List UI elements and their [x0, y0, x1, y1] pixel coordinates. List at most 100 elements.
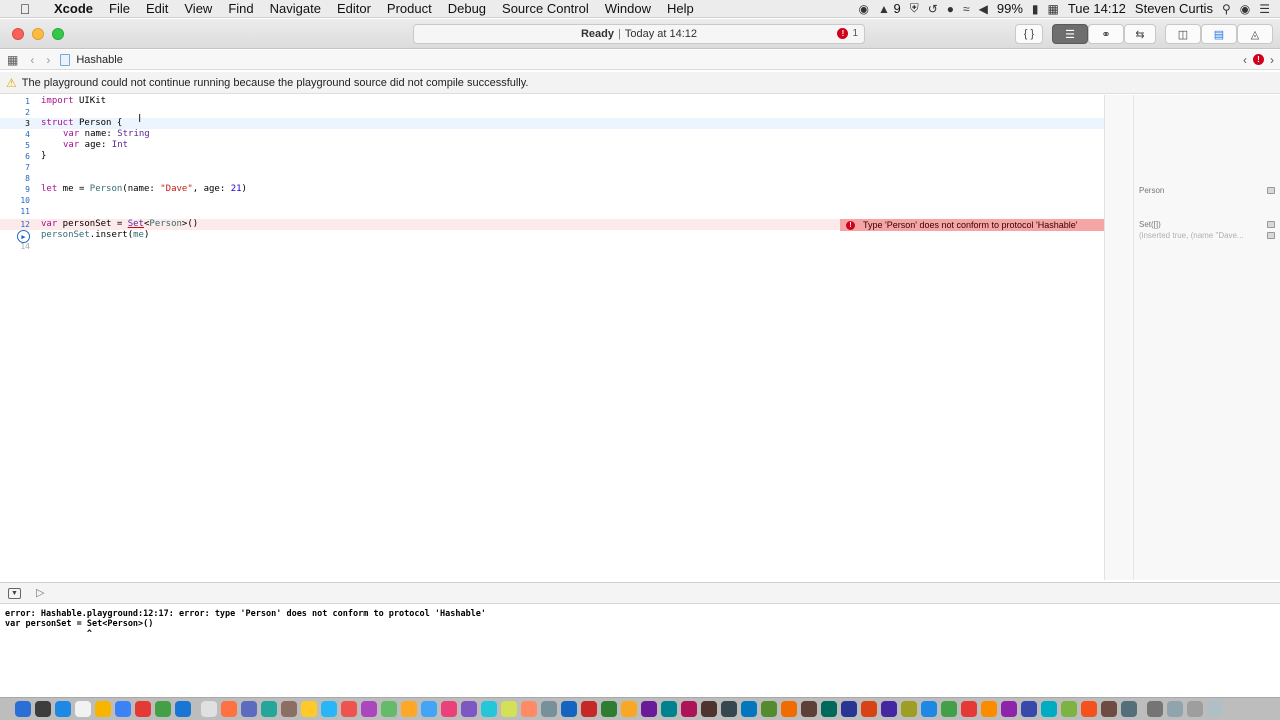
- library-button[interactable]: { }: [1015, 24, 1043, 44]
- code-line[interactable]: 2: [0, 107, 1104, 118]
- dock-app-icon[interactable]: [401, 701, 417, 717]
- siri-icon[interactable]: ◉: [1240, 2, 1250, 16]
- code-line[interactable]: 11: [0, 206, 1104, 217]
- code-line[interactable]: 10: [0, 195, 1104, 206]
- screen-record-icon[interactable]: ◉: [858, 2, 868, 16]
- minimize-window-button[interactable]: [32, 28, 44, 40]
- dock-app-icon[interactable]: [1081, 701, 1097, 717]
- apple-menu-icon[interactable]: : [16, 1, 34, 17]
- dock-app-icon[interactable]: [1021, 701, 1037, 717]
- line-code[interactable]: var age: Int: [63, 140, 128, 151]
- dock-app-icon[interactable]: [621, 701, 637, 717]
- hide-debug-area-icon[interactable]: ▼: [8, 588, 21, 599]
- line-code[interactable]: var personSet = Set<Person>(): [41, 219, 198, 230]
- execute-playground-icon[interactable]: ▷: [36, 586, 44, 599]
- wifi-icon[interactable]: ≈: [963, 2, 970, 16]
- menu-navigate[interactable]: Navigate: [262, 0, 329, 18]
- clock[interactable]: Tue 14:12: [1068, 1, 1126, 16]
- toggle-debug-area-button[interactable]: ▤: [1201, 24, 1237, 44]
- menu-help[interactable]: Help: [659, 0, 702, 18]
- result-line-12[interactable]: Set([]): [1139, 220, 1161, 229]
- line-code[interactable]: personSet.insert(me): [41, 230, 149, 241]
- line-code[interactable]: let me = Person(name: "Dave", age: 21): [41, 184, 247, 195]
- dock-app-icon[interactable]: [961, 701, 977, 717]
- activity-viewer[interactable]: Ready | Today at 14:12 ! 1: [413, 24, 865, 44]
- menu-edit[interactable]: Edit: [138, 0, 176, 18]
- dock-app-icon[interactable]: [541, 701, 557, 717]
- dock-app-icon[interactable]: [721, 701, 737, 717]
- dock-app-icon[interactable]: [1041, 701, 1057, 717]
- dock-app-icon[interactable]: [261, 701, 277, 717]
- dock-app-icon[interactable]: [601, 701, 617, 717]
- dock-app-icon[interactable]: [1187, 701, 1203, 717]
- dock-app-icon[interactable]: [241, 701, 257, 717]
- dock-app-icon[interactable]: [15, 701, 31, 717]
- dock-app-icon[interactable]: [281, 701, 297, 717]
- dock-app-icon[interactable]: [421, 701, 437, 717]
- dock-app-icon[interactable]: [441, 701, 457, 717]
- line-code[interactable]: var name: String: [63, 129, 150, 140]
- related-items-grid-icon[interactable]: ▦: [7, 53, 18, 67]
- dock-app-icon[interactable]: [341, 701, 357, 717]
- shield-icon[interactable]: ⛨: [910, 1, 919, 16]
- code-line[interactable]: 1 import UIKit: [0, 96, 1104, 107]
- issue-error-icon[interactable]: !: [1253, 54, 1264, 65]
- dock-app-icon[interactable]: [641, 701, 657, 717]
- dock-app-icon[interactable]: [801, 701, 817, 717]
- user-name[interactable]: Steven Curtis: [1135, 1, 1213, 16]
- dock-app-icon[interactable]: [221, 701, 237, 717]
- dock-app-icon[interactable]: [201, 701, 217, 717]
- code-line[interactable]: 5 var age: Int: [0, 140, 1104, 151]
- dock-app-icon[interactable]: [781, 701, 797, 717]
- dock-app-icon[interactable]: [761, 701, 777, 717]
- dock-app-icon[interactable]: [521, 701, 537, 717]
- dock-app-icon[interactable]: [1061, 701, 1077, 717]
- fullscreen-window-button[interactable]: [52, 28, 64, 40]
- menu-debug[interactable]: Debug: [440, 0, 494, 18]
- dock-app-icon[interactable]: [321, 701, 337, 717]
- dock-app-icon[interactable]: [921, 701, 937, 717]
- code-line[interactable]: 14: [0, 241, 1104, 252]
- version-editor-button[interactable]: ⇆: [1124, 24, 1156, 44]
- line-code[interactable]: }: [41, 151, 46, 162]
- dock-app-icon[interactable]: [461, 701, 477, 717]
- code-line[interactable]: 8: [0, 173, 1104, 184]
- menu-app-name[interactable]: Xcode: [46, 0, 101, 18]
- code-line[interactable]: 7: [0, 162, 1104, 173]
- notification-center-icon[interactable]: ☰: [1259, 2, 1270, 16]
- dock-app-icon[interactable]: [1001, 701, 1017, 717]
- dock-app-icon[interactable]: [155, 701, 171, 717]
- toggle-inspector-button[interactable]: ◬: [1237, 24, 1273, 44]
- menu-source-control[interactable]: Source Control: [494, 0, 597, 18]
- keyboard-icon[interactable]: ▦: [1048, 2, 1059, 16]
- menu-editor[interactable]: Editor: [329, 0, 379, 18]
- forward-chevron-icon[interactable]: ›: [46, 53, 50, 67]
- quick-look-icon[interactable]: [1267, 232, 1275, 239]
- dock-app-icon[interactable]: [55, 701, 71, 717]
- spotlight-search-icon[interactable]: ⚲: [1222, 2, 1231, 16]
- quick-look-icon[interactable]: [1267, 187, 1275, 194]
- dock-app-icon[interactable]: [115, 701, 131, 717]
- dock-app-icon[interactable]: [701, 701, 717, 717]
- notification-badge[interactable]: ▲ 9: [878, 1, 901, 16]
- dock-app-icon[interactable]: [1167, 701, 1183, 717]
- previous-issue-icon[interactable]: ‹: [1243, 53, 1247, 67]
- time-machine-icon[interactable]: ↺: [928, 2, 938, 16]
- menu-product[interactable]: Product: [379, 0, 440, 18]
- menu-window[interactable]: Window: [597, 0, 659, 18]
- dock-app-icon[interactable]: [561, 701, 577, 717]
- dock-app-icon[interactable]: [981, 701, 997, 717]
- dock-app-icon[interactable]: [1147, 701, 1163, 717]
- dock-app-icon[interactable]: [95, 701, 111, 717]
- code-line[interactable]: 4 var name: String: [0, 129, 1104, 140]
- dock-app-icon[interactable]: [175, 701, 191, 717]
- next-issue-icon[interactable]: ›: [1270, 53, 1274, 67]
- close-window-button[interactable]: [12, 28, 24, 40]
- standard-editor-button[interactable]: ☰: [1052, 24, 1088, 44]
- code-line[interactable]: 6 }: [0, 151, 1104, 162]
- menu-view[interactable]: View: [176, 0, 220, 18]
- dock-app-icon[interactable]: [681, 701, 697, 717]
- error-count-badge[interactable]: ! 1: [837, 28, 858, 39]
- breadcrumb[interactable]: Hashable: [60, 53, 123, 66]
- dock-app-icon[interactable]: [361, 701, 377, 717]
